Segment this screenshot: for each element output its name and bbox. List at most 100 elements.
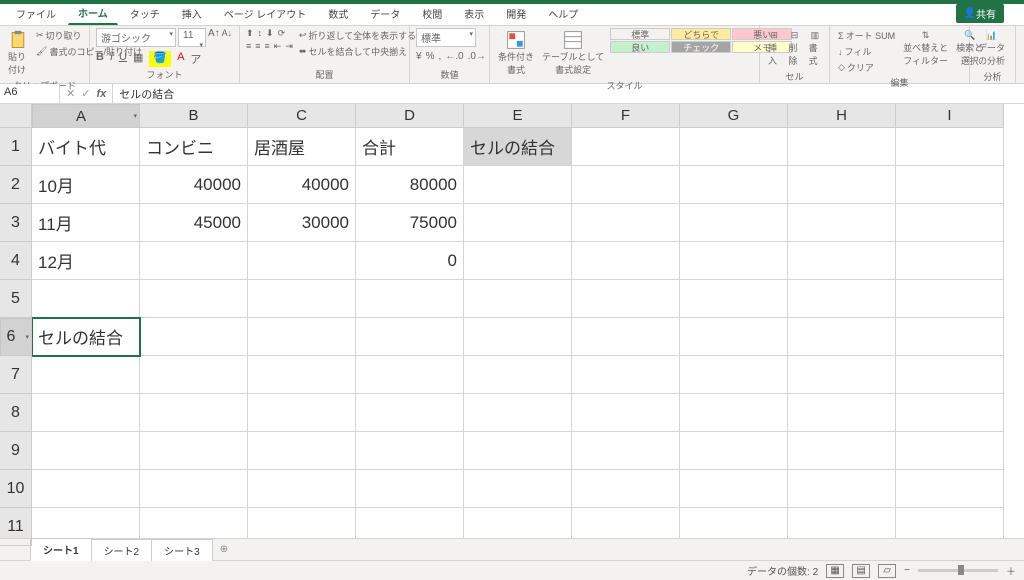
percent-button[interactable]: %: [426, 51, 435, 62]
cell-D4[interactable]: 0: [356, 242, 464, 280]
cell-G10[interactable]: [680, 470, 788, 508]
cell-E3[interactable]: [464, 204, 572, 242]
row-header-5[interactable]: 5: [0, 280, 32, 318]
sheet-tab-1[interactable]: シート1: [30, 538, 92, 561]
increase-font-button[interactable]: A↑: [208, 28, 220, 47]
fx-button[interactable]: fx: [96, 88, 106, 100]
row-header-2[interactable]: 2: [0, 166, 32, 204]
cell-C3[interactable]: 30000: [248, 204, 356, 242]
cell-A11[interactable]: [32, 508, 140, 538]
cell-H7[interactable]: [788, 356, 896, 394]
cell-C10[interactable]: [248, 470, 356, 508]
align-mid-button[interactable]: ↕: [258, 28, 263, 39]
cell-I6[interactable]: [896, 318, 1004, 356]
insert-cells-button[interactable]: ⊞挿入: [766, 28, 782, 69]
cell-G11[interactable]: [680, 508, 788, 538]
style-good[interactable]: 良い: [610, 41, 670, 53]
cell-A2[interactable]: 10月: [32, 166, 140, 204]
col-header-C[interactable]: C: [248, 104, 356, 128]
cell-B11[interactable]: [140, 508, 248, 538]
cell-B5[interactable]: [140, 280, 248, 318]
cell-C2[interactable]: 40000: [248, 166, 356, 204]
add-sheet-button[interactable]: ⊕: [212, 541, 236, 558]
view-page-button[interactable]: ▤: [852, 564, 870, 578]
row-header-6[interactable]: 6: [0, 318, 32, 356]
row-header-7[interactable]: 7: [0, 356, 32, 394]
align-center-button[interactable]: ≡: [255, 41, 260, 52]
cell-H5[interactable]: [788, 280, 896, 318]
cell-A4[interactable]: 12月: [32, 242, 140, 280]
cell-E10[interactable]: [464, 470, 572, 508]
cell-I2[interactable]: [896, 166, 1004, 204]
align-top-button[interactable]: ⬆: [246, 28, 254, 39]
fill-color-button[interactable]: 🪣: [149, 51, 171, 67]
col-header-H[interactable]: H: [788, 104, 896, 128]
row-header-4[interactable]: 4: [0, 242, 32, 280]
cell-H6[interactable]: [788, 318, 896, 356]
cell-F6[interactable]: [572, 318, 680, 356]
paste-button[interactable]: 貼り付け: [6, 28, 30, 78]
cell-E4[interactable]: [464, 242, 572, 280]
cell-A7[interactable]: [32, 356, 140, 394]
italic-button[interactable]: I: [110, 51, 113, 67]
cell-A6[interactable]: セルの結合: [32, 318, 140, 356]
cell-B1[interactable]: コンビニ: [140, 128, 248, 166]
cell-E5[interactable]: [464, 280, 572, 318]
share-button[interactable]: 👤 共有: [956, 4, 1004, 23]
cell-C1[interactable]: 居酒屋: [248, 128, 356, 166]
cell-C8[interactable]: [248, 394, 356, 432]
cell-A1[interactable]: バイト代: [32, 128, 140, 166]
row-header-3[interactable]: 3: [0, 204, 32, 242]
cell-F1[interactable]: [572, 128, 680, 166]
tab-insert[interactable]: 挿入: [172, 2, 212, 25]
cell-G2[interactable]: [680, 166, 788, 204]
cell-I7[interactable]: [896, 356, 1004, 394]
cell-A10[interactable]: [32, 470, 140, 508]
cell-I1[interactable]: [896, 128, 1004, 166]
cell-G8[interactable]: [680, 394, 788, 432]
cell-B7[interactable]: [140, 356, 248, 394]
cell-I5[interactable]: [896, 280, 1004, 318]
tab-help[interactable]: ヘルプ: [538, 2, 588, 25]
col-header-E[interactable]: E: [464, 104, 572, 128]
cell-H1[interactable]: [788, 128, 896, 166]
row-header-10[interactable]: 10: [0, 470, 32, 508]
zoom-slider[interactable]: [918, 569, 998, 572]
cell-H4[interactable]: [788, 242, 896, 280]
col-header-D[interactable]: D: [356, 104, 464, 128]
cell-A5[interactable]: [32, 280, 140, 318]
cell-E1[interactable]: セルの結合: [464, 128, 572, 166]
name-box[interactable]: A6: [0, 84, 60, 103]
cell-E8[interactable]: [464, 394, 572, 432]
cell-E2[interactable]: [464, 166, 572, 204]
underline-button[interactable]: U: [119, 51, 127, 67]
view-normal-button[interactable]: ▦: [826, 564, 844, 578]
currency-button[interactable]: ¥: [416, 51, 422, 62]
merge-center-button[interactable]: ⬌ セルを結合して中央揃え: [297, 44, 418, 59]
analyze-button[interactable]: 📊データ の分析: [976, 28, 1007, 69]
delete-cells-button[interactable]: ⊟削除: [786, 28, 802, 69]
view-break-button[interactable]: ▱: [878, 564, 896, 578]
cell-D9[interactable]: [356, 432, 464, 470]
cell-H10[interactable]: [788, 470, 896, 508]
cell-G4[interactable]: [680, 242, 788, 280]
cell-B10[interactable]: [140, 470, 248, 508]
bold-button[interactable]: B: [96, 51, 104, 67]
cell-I3[interactable]: [896, 204, 1004, 242]
tab-home[interactable]: ホーム: [68, 1, 118, 25]
cell-D3[interactable]: 75000: [356, 204, 464, 242]
font-name-select[interactable]: 游ゴシック: [96, 28, 176, 47]
cond-format-button[interactable]: 条件付き 書式: [496, 28, 536, 78]
cell-B9[interactable]: [140, 432, 248, 470]
cell-C9[interactable]: [248, 432, 356, 470]
cell-D2[interactable]: 80000: [356, 166, 464, 204]
align-left-button[interactable]: ≡: [246, 41, 251, 52]
cell-D11[interactable]: [356, 508, 464, 538]
cell-E6[interactable]: [464, 318, 572, 356]
tab-dev[interactable]: 開発: [496, 2, 536, 25]
cell-G7[interactable]: [680, 356, 788, 394]
style-check[interactable]: チェック セ…: [671, 41, 731, 53]
tab-file[interactable]: ファイル: [6, 2, 66, 25]
align-right-button[interactable]: ≡: [265, 41, 270, 52]
select-all-corner[interactable]: [0, 104, 32, 128]
